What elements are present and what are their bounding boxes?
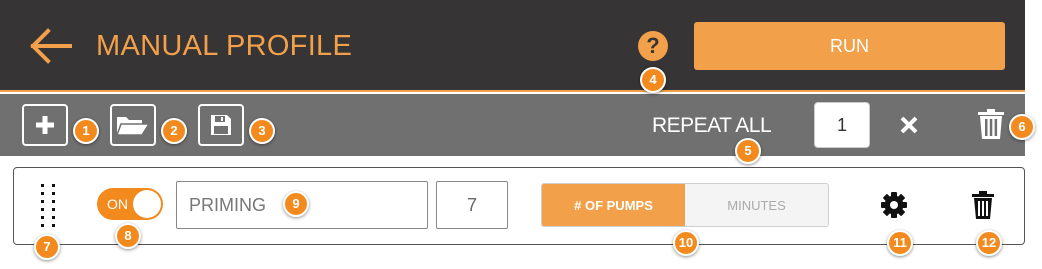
callout-badge: 2: [161, 118, 187, 144]
gear-icon[interactable]: [880, 191, 908, 219]
segment-num-pumps[interactable]: # OF PUMPS: [542, 184, 685, 226]
callout-badge: 8: [115, 223, 141, 249]
save-icon: [211, 115, 231, 135]
save-profile-button[interactable]: [198, 104, 244, 146]
step-enabled-toggle[interactable]: ON: [97, 188, 163, 220]
page-title: MANUAL PROFILE: [96, 30, 353, 62]
add-step-button[interactable]: [22, 104, 68, 146]
repeat-count-input[interactable]: [814, 102, 870, 148]
manual-profile-screen: MANUAL PROFILE ? RUN REPEAT ALL 1 ON PRI…: [0, 0, 1042, 269]
toolbar: REPEAT ALL: [0, 94, 1025, 156]
back-arrow-icon[interactable]: [28, 28, 72, 64]
callout-badge: 1: [73, 118, 99, 144]
callout-badge: 3: [249, 118, 275, 144]
callout-badge: 6: [1009, 114, 1035, 140]
trash-icon[interactable]: [971, 190, 995, 220]
callout-badge: 12: [976, 230, 1002, 256]
segment-minutes[interactable]: MINUTES: [685, 184, 828, 226]
drag-handle-icon[interactable]: [38, 182, 58, 230]
callout-badge: 4: [640, 67, 666, 93]
callout-badge: 11: [887, 230, 913, 256]
callout-badge: 7: [34, 234, 60, 260]
toggle-label: ON: [107, 196, 128, 212]
step-count-input[interactable]: [436, 181, 508, 229]
profile-step-row: ON # OF PUMPS MINUTES: [13, 167, 1025, 245]
run-button[interactable]: RUN: [694, 22, 1005, 70]
callout-badge: 10: [673, 230, 699, 256]
open-profile-button[interactable]: [110, 104, 156, 146]
unit-segmented-control: # OF PUMPS MINUTES: [541, 183, 829, 227]
header-bar: MANUAL PROFILE ? RUN: [0, 0, 1025, 92]
repeat-all-label: REPEAT ALL: [652, 114, 772, 137]
trash-icon[interactable]: [977, 108, 1005, 140]
folder-open-icon: [116, 117, 150, 136]
plus-icon: [36, 116, 54, 134]
toggle-knob: [133, 190, 161, 218]
callout-badge: 5: [735, 138, 761, 164]
callout-badge: 9: [283, 191, 309, 217]
help-icon[interactable]: ?: [638, 31, 668, 61]
close-icon[interactable]: [897, 113, 921, 137]
